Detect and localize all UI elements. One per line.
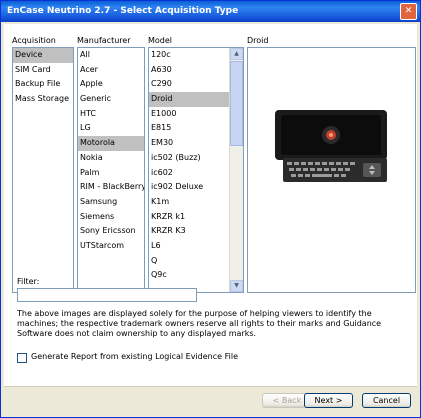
preview-pane bbox=[247, 47, 416, 293]
title-bar[interactable]: EnCase Neutrino 2.7 - Select Acquisition… bbox=[1, 1, 420, 22]
acquisition-item-backup-file[interactable]: Backup File bbox=[13, 77, 73, 92]
model-items: 120c A630 C290 Droid E1000 E815 EM30 ic5… bbox=[149, 48, 229, 283]
manufacturer-item[interactable]: Palm bbox=[78, 166, 144, 181]
model-item[interactable]: ic602 bbox=[149, 166, 229, 181]
scroll-up-button[interactable]: ▲ bbox=[230, 48, 243, 60]
preview-label: Droid bbox=[247, 36, 269, 45]
model-item[interactable]: Q bbox=[149, 254, 229, 269]
model-item-selected[interactable]: Droid bbox=[149, 92, 229, 107]
button-bar: < Back Next > Cancel bbox=[4, 386, 417, 415]
manufacturer-item-selected[interactable]: Motorola bbox=[78, 136, 144, 151]
model-item[interactable]: E815 bbox=[149, 121, 229, 136]
generate-report-label[interactable]: Generate Report from existing Logical Ev… bbox=[31, 352, 238, 361]
manufacturer-item[interactable]: Apple bbox=[78, 77, 144, 92]
model-item[interactable]: EM30 bbox=[149, 136, 229, 151]
close-button[interactable]: ✕ bbox=[400, 3, 417, 20]
filter-label: Filter: bbox=[17, 277, 40, 286]
dialog-body: Acquisition Manufacturer Model Droid Dev… bbox=[4, 24, 417, 415]
model-item[interactable]: C290 bbox=[149, 77, 229, 92]
generate-report-checkbox[interactable] bbox=[17, 353, 27, 363]
next-button[interactable]: Next > bbox=[304, 393, 353, 408]
manufacturer-item[interactable]: LG bbox=[78, 121, 144, 136]
manufacturer-item[interactable]: HTC bbox=[78, 107, 144, 122]
manufacturer-item[interactable]: Nokia bbox=[78, 151, 144, 166]
manufacturer-item[interactable]: RIM - BlackBerry bbox=[78, 180, 144, 195]
acquisition-item-device[interactable]: Device bbox=[13, 48, 73, 63]
acquisition-label: Acquisition bbox=[12, 36, 56, 45]
dialog-window: EnCase Neutrino 2.7 - Select Acquisition… bbox=[0, 0, 421, 418]
model-scrollbar[interactable]: ▲ ▼ bbox=[229, 48, 243, 292]
model-item[interactable]: KRZR K3 bbox=[149, 224, 229, 239]
close-icon: ✕ bbox=[404, 6, 413, 16]
manufacturer-label: Manufacturer bbox=[77, 36, 131, 45]
model-label: Model bbox=[148, 36, 173, 45]
arrow-down-icon: ▼ bbox=[234, 282, 239, 289]
acquisition-item-sim-card[interactable]: SIM Card bbox=[13, 63, 73, 78]
window-title: EnCase Neutrino 2.7 - Select Acquisition… bbox=[7, 6, 239, 16]
filter-input[interactable] bbox=[17, 288, 197, 302]
manufacturer-item[interactable]: Acer bbox=[78, 63, 144, 78]
manufacturer-item[interactable]: Sony Ericsson bbox=[78, 224, 144, 239]
manufacturer-item[interactable]: Siemens bbox=[78, 210, 144, 225]
model-list: 120c A630 C290 Droid E1000 E815 EM30 ic5… bbox=[148, 47, 244, 293]
model-item[interactable]: 120c bbox=[149, 48, 229, 63]
manufacturer-item[interactable]: Generic bbox=[78, 92, 144, 107]
acquisition-list: Device SIM Card Backup File Mass Storage bbox=[12, 47, 74, 293]
manufacturer-list: All Acer Apple Generic HTC LG Motorola N… bbox=[77, 47, 145, 293]
scroll-thumb[interactable] bbox=[230, 61, 243, 146]
model-item[interactable]: L6 bbox=[149, 239, 229, 254]
scroll-down-button[interactable]: ▼ bbox=[230, 280, 243, 292]
arrow-up-icon: ▲ bbox=[234, 50, 239, 57]
manufacturer-item[interactable]: UTStarcom bbox=[78, 239, 144, 254]
acquisition-item-mass-storage[interactable]: Mass Storage bbox=[13, 92, 73, 107]
model-item[interactable]: KRZR k1 bbox=[149, 210, 229, 225]
cancel-button[interactable]: Cancel bbox=[362, 393, 411, 408]
model-item[interactable]: Q9c bbox=[149, 268, 229, 283]
disclaimer-text: The above images are displayed solely fo… bbox=[17, 309, 382, 338]
model-item[interactable]: A630 bbox=[149, 63, 229, 78]
model-item[interactable]: E1000 bbox=[149, 107, 229, 122]
droid-phone-image bbox=[275, 110, 387, 182]
model-item[interactable]: ic502 (Buzz) bbox=[149, 151, 229, 166]
model-item[interactable]: K1m bbox=[149, 195, 229, 210]
model-item[interactable]: ic902 Deluxe bbox=[149, 180, 229, 195]
manufacturer-item[interactable]: Samsung bbox=[78, 195, 144, 210]
manufacturer-item[interactable]: All bbox=[78, 48, 144, 63]
